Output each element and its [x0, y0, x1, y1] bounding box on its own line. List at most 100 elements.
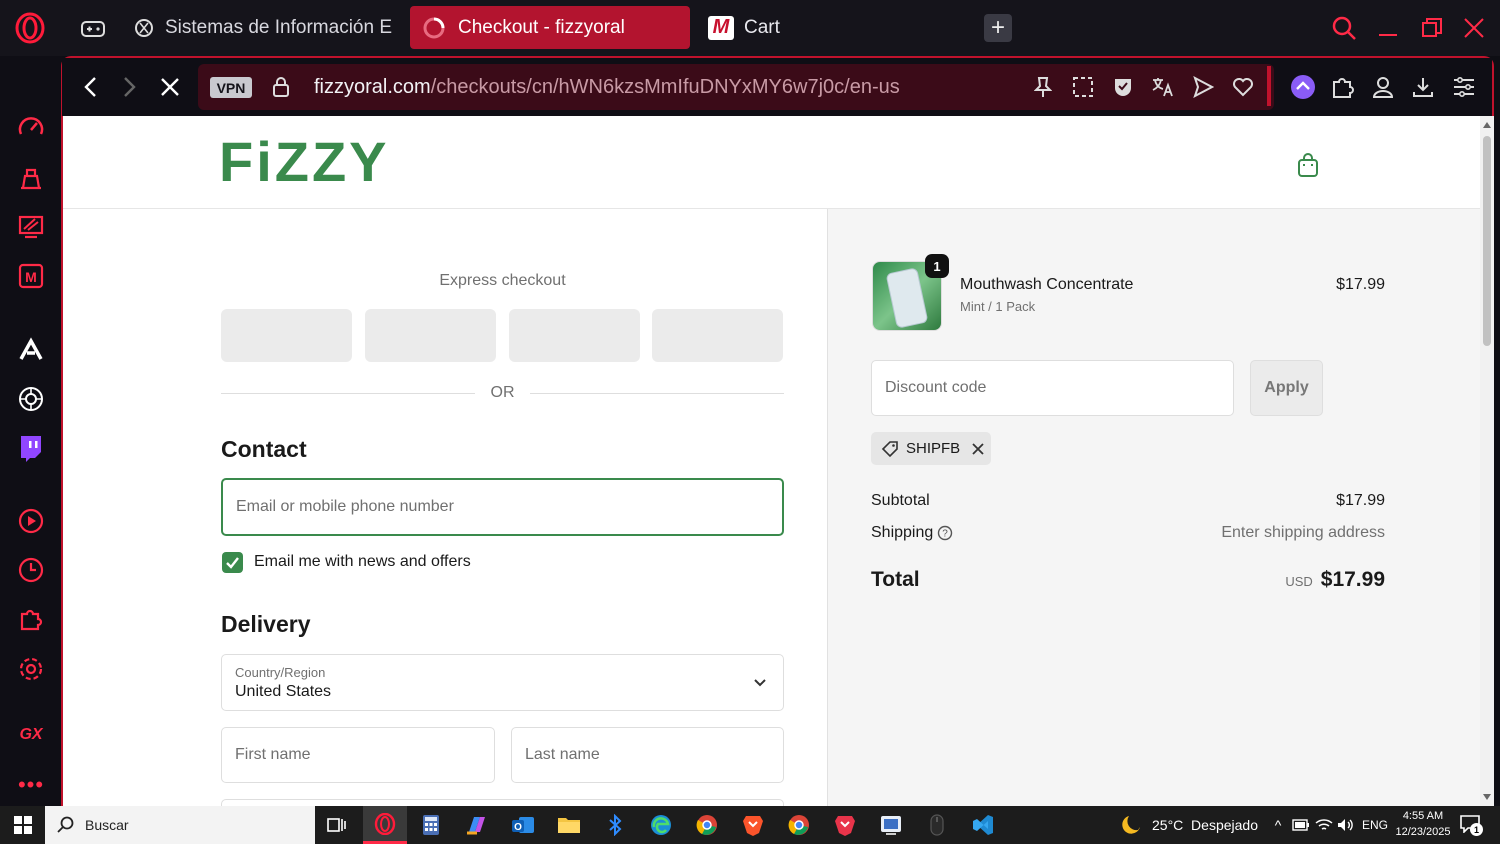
player-icon[interactable]	[13, 503, 49, 539]
apply-discount-button[interactable]: Apply	[1250, 360, 1323, 416]
opera-logo-icon[interactable]	[12, 10, 48, 46]
bluetooth-icon[interactable]	[593, 806, 637, 844]
show-hidden-icons-chevron[interactable]: ^	[1268, 814, 1288, 836]
vpn-badge[interactable]: VPN	[210, 77, 252, 98]
order-summary-panel: 1 Mouthwash Concentrate Mint / 1 Pack $1…	[827, 209, 1480, 806]
edge-icon[interactable]	[639, 806, 683, 844]
rivals-screen-icon[interactable]	[13, 209, 49, 245]
settings-gear-icon[interactable]	[13, 651, 49, 687]
history-clock-icon[interactable]	[13, 552, 49, 588]
copilot-icon[interactable]	[455, 806, 499, 844]
remote-desktop-icon[interactable]	[869, 806, 913, 844]
discount-code-field[interactable]: Discount code	[871, 360, 1234, 416]
shipping-label: Shipping	[871, 524, 934, 541]
tab-checkout[interactable]: Checkout - fizzyoral	[410, 6, 690, 49]
calculator-icon[interactable]	[409, 806, 453, 844]
aria-icon[interactable]	[13, 332, 49, 368]
shipping-value: Enter shipping address	[1221, 524, 1385, 541]
express-pay-button-4[interactable]	[652, 309, 783, 362]
last-name-field[interactable]: Last name	[511, 727, 784, 783]
notification-center[interactable]: 1	[1460, 815, 1483, 836]
product-bottle-image	[885, 267, 929, 329]
tab-cart[interactable]: M Cart	[708, 6, 908, 49]
address-bar[interactable]: VPN fizzyoral.com/checkouts/cn/hWN6kzsMm…	[198, 64, 1274, 110]
back-arrow-icon[interactable]	[76, 72, 106, 102]
weather-widget[interactable]: 25°C Despejado	[1120, 806, 1260, 844]
chrome-icon[interactable]	[777, 806, 821, 844]
scroll-down-arrow-icon[interactable]	[1483, 794, 1491, 800]
pin-icon[interactable]	[1030, 74, 1056, 100]
file-explorer-icon[interactable]	[547, 806, 591, 844]
express-pay-button-2[interactable]	[365, 309, 496, 362]
page-scrollbar[interactable]	[1480, 116, 1494, 806]
subtotal-value: $17.99	[1336, 492, 1385, 509]
quantity-badge: 1	[925, 254, 949, 278]
url-text[interactable]: fizzyoral.com/checkouts/cn/hWN6kzsMmIfuD…	[314, 76, 900, 99]
product-variant: Mint / 1 Pack	[960, 299, 1036, 314]
volume-icon[interactable]	[1336, 814, 1356, 836]
close-window-icon[interactable]	[1458, 12, 1490, 44]
speed-dial-gauge-icon[interactable]	[13, 110, 49, 146]
twitch-icon[interactable]	[13, 430, 49, 466]
gx-corner-icon[interactable]	[13, 160, 49, 196]
search-tabs-icon[interactable]	[1328, 12, 1360, 44]
battery-icon[interactable]	[1291, 814, 1311, 836]
task-view-icon[interactable]	[315, 806, 359, 844]
fizzy-logo[interactable]: FiZZY	[219, 132, 390, 192]
discount-placeholder: Discount code	[885, 379, 987, 396]
minimize-icon[interactable]	[1372, 12, 1404, 44]
email-field[interactable]: Email or mobile phone number	[221, 478, 784, 536]
lock-icon[interactable]	[268, 74, 294, 100]
contact-heading: Contact	[221, 436, 307, 462]
language-indicator[interactable]: ENG	[1362, 818, 1388, 832]
chatgpt-sidebar-icon[interactable]	[13, 381, 49, 417]
newsletter-label[interactable]: Email me with news and offers	[254, 553, 471, 571]
taskbar-search[interactable]: Buscar	[45, 806, 315, 844]
tab-label: Checkout - fizzyoral	[458, 16, 625, 38]
restore-icon[interactable]	[1416, 12, 1448, 44]
translate-icon[interactable]	[1150, 74, 1176, 100]
windows-start-icon[interactable]	[0, 806, 45, 844]
stop-loading-icon[interactable]	[155, 72, 185, 102]
express-pay-button-1[interactable]	[221, 309, 352, 362]
mcafee-sidebar-icon[interactable]: M	[13, 258, 49, 294]
clock[interactable]: 4:55 AM 12/23/2025	[1392, 808, 1454, 840]
scroll-up-arrow-icon[interactable]	[1483, 122, 1491, 128]
vpn-pro-icon[interactable]	[1289, 73, 1317, 101]
download-icon[interactable]	[1409, 73, 1437, 101]
forward-arrow-icon[interactable]	[114, 72, 144, 102]
send-icon[interactable]	[1190, 74, 1216, 100]
adblock-shield-icon[interactable]	[1110, 74, 1136, 100]
gamepad-icon[interactable]	[78, 14, 108, 44]
shopping-bag-icon[interactable]	[1291, 148, 1325, 182]
wifi-icon[interactable]	[1314, 814, 1334, 836]
newsletter-checkbox[interactable]	[222, 552, 243, 573]
extensions-icon[interactable]	[1329, 73, 1357, 101]
chatgpt-icon	[132, 13, 157, 43]
url-path: /checkouts/cn/hWN6kzsMmIfuDNYxMY6w7j0c/e…	[430, 76, 900, 98]
country-select[interactable]: Country/Region United States	[221, 654, 784, 711]
new-tab-plus-icon[interactable]: +	[984, 14, 1012, 42]
tab-sistemas[interactable]: Sistemas de Información E	[132, 6, 392, 49]
extensions-puzzle-icon[interactable]	[13, 601, 49, 637]
scrollbar-thumb[interactable]	[1483, 136, 1491, 346]
easy-setup-menu-icon[interactable]	[1450, 73, 1478, 101]
brave-alt-icon[interactable]	[823, 806, 867, 844]
remove-discount-icon[interactable]	[970, 441, 986, 457]
gx-control-label[interactable]: GX	[13, 717, 49, 753]
tab-bar: Sistemas de Información E Checkout - fiz…	[0, 0, 1500, 56]
more-dots-icon[interactable]: •••	[13, 767, 49, 803]
express-pay-button-3[interactable]	[509, 309, 640, 362]
mouse-app-icon[interactable]	[915, 806, 959, 844]
first-name-field[interactable]: First name	[221, 727, 495, 783]
snapshot-icon[interactable]	[1070, 74, 1096, 100]
vscode-icon[interactable]	[961, 806, 1005, 844]
opera-gx-taskbar-icon[interactable]	[363, 806, 407, 844]
heart-icon[interactable]	[1230, 74, 1256, 100]
next-field-partial[interactable]	[221, 799, 784, 806]
outlook-icon[interactable]: O	[501, 806, 545, 844]
chrome-profile-icon[interactable]	[685, 806, 729, 844]
brave-icon[interactable]	[731, 806, 775, 844]
shipping-help-icon[interactable]: ?	[936, 524, 954, 542]
profile-icon[interactable]	[1369, 73, 1397, 101]
